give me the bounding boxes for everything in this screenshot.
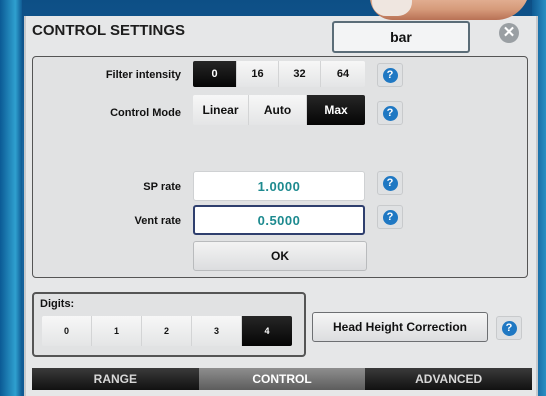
mode-option-max[interactable]: Max <box>307 95 365 125</box>
control-mode-label: Control Mode <box>110 107 181 119</box>
digits-selector: 0 1 2 3 4 <box>42 316 292 346</box>
help-icon: ? <box>382 209 398 225</box>
help-icon: ? <box>382 175 398 191</box>
filter-option-0[interactable]: 0 <box>193 61 237 87</box>
tab-range[interactable]: RANGE <box>32 368 199 390</box>
sp-rate-help-button[interactable]: ? <box>377 171 403 195</box>
control-mode-help-button[interactable]: ? <box>377 101 403 125</box>
sp-rate-label: SP rate <box>143 181 181 193</box>
vent-rate-label: Vent rate <box>134 215 181 227</box>
ok-button[interactable]: OK <box>193 241 367 271</box>
head-height-correction-button[interactable]: Head Height Correction <box>312 312 488 342</box>
head-height-help-button[interactable]: ? <box>496 316 522 340</box>
filter-intensity-label: Filter intensity <box>105 69 181 81</box>
digits-option-2[interactable]: 2 <box>142 316 192 346</box>
help-icon: ? <box>382 105 398 121</box>
mode-option-linear[interactable]: Linear <box>193 95 249 125</box>
sp-rate-input[interactable]: 1.0000 <box>193 171 365 201</box>
close-icon[interactable]: ✕ <box>499 23 519 43</box>
help-icon: ? <box>382 67 398 83</box>
filter-option-32[interactable]: 32 <box>279 61 321 87</box>
digits-option-0[interactable]: 0 <box>42 316 92 346</box>
tab-control[interactable]: CONTROL <box>198 368 366 390</box>
digits-label: Digits: <box>40 298 75 310</box>
tab-advanced[interactable]: ADVANCED <box>365 368 532 390</box>
vent-rate-input[interactable]: 0.5000 <box>193 205 365 235</box>
control-settings-dialog: CONTROL SETTINGS bar ✕ Filter intensity … <box>24 16 538 396</box>
filter-help-button[interactable]: ? <box>377 63 403 87</box>
vent-rate-help-button[interactable]: ? <box>377 205 403 229</box>
control-mode-selector: Linear Auto Max <box>193 95 365 125</box>
filter-option-64[interactable]: 64 <box>321 61 365 87</box>
background-left <box>0 0 22 396</box>
dialog-title: CONTROL SETTINGS <box>32 22 186 39</box>
bottom-tab-bar: RANGE CONTROL ADVANCED <box>32 368 532 390</box>
digits-option-4[interactable]: 4 <box>242 316 292 346</box>
mode-option-auto[interactable]: Auto <box>249 95 307 125</box>
settings-panel: Filter intensity 0 16 32 64 ? Control Mo… <box>32 56 528 278</box>
digits-option-3[interactable]: 3 <box>192 316 242 346</box>
digits-option-1[interactable]: 1 <box>92 316 142 346</box>
filter-option-16[interactable]: 16 <box>237 61 279 87</box>
help-icon: ? <box>501 320 517 336</box>
filter-intensity-selector: 0 16 32 64 <box>193 61 365 87</box>
bar-button[interactable]: bar <box>332 21 470 53</box>
digits-group: Digits: 0 1 2 3 4 <box>32 292 306 357</box>
